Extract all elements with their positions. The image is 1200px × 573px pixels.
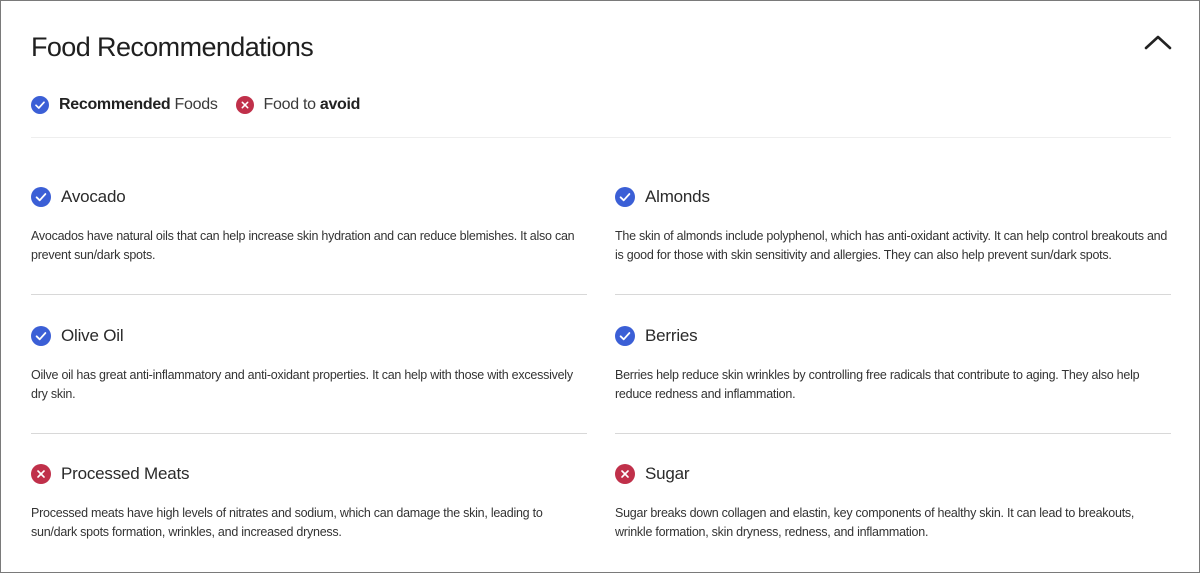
check-circle-icon (31, 96, 49, 114)
food-name: Avocado (61, 187, 126, 206)
food-card-olive-oil: Olive Oil Oilve oil has great anti-infla… (31, 324, 587, 404)
food-name: Almonds (645, 187, 710, 206)
x-circle-icon (615, 464, 635, 484)
food-description: The skin of almonds include polyphenol, … (615, 229, 1168, 262)
food-description: Avocados have natural oils that can help… (31, 229, 575, 262)
food-name: Berries (645, 326, 698, 345)
legend-recommended-bold: Recommended (59, 96, 171, 113)
legend-recommended-rest: Foods (170, 96, 218, 113)
legend-recommended[interactable]: Recommended Foods (31, 96, 218, 114)
divider (615, 433, 1171, 434)
legend-avoid[interactable]: Food to avoid (235, 96, 361, 114)
food-card-avocado: Avocado Avocados have natural oils that … (31, 185, 587, 265)
page-title: Food Recommendations (31, 32, 314, 62)
legend: Recommended Foods Food to avoid (31, 94, 360, 116)
divider (31, 294, 587, 295)
x-circle-icon (31, 464, 51, 484)
food-card-processed-meats: Processed Meats Processed meats have hig… (31, 462, 587, 542)
check-circle-icon (615, 187, 635, 207)
check-circle-icon (31, 187, 51, 207)
x-circle-icon (235, 96, 254, 114)
chevron-up-icon (1144, 35, 1172, 50)
food-description: Sugar breaks down collagen and elastin, … (615, 506, 1135, 539)
legend-avoid-bold: avoid (319, 96, 361, 113)
legend-avoid-rest: Food to (263, 96, 320, 113)
food-description: Processed meats have high levels of nitr… (31, 506, 543, 539)
check-circle-icon (615, 326, 635, 346)
food-name: Olive Oil (61, 326, 124, 345)
food-description: Berries help reduce skin wrinkles by con… (615, 368, 1140, 401)
food-card-sugar: Sugar Sugar breaks down collagen and ela… (615, 462, 1171, 542)
food-name: Sugar (645, 464, 690, 483)
food-recommendations-panel: Food Recommendations Recommended Foods F… (0, 0, 1200, 573)
divider (31, 137, 1171, 138)
food-name: Processed Meats (61, 464, 190, 483)
check-circle-icon (31, 326, 51, 346)
food-card-berries: Berries Berries help reduce skin wrinkle… (615, 324, 1171, 404)
food-description: Oilve oil has great anti-inflammatory an… (31, 368, 573, 401)
food-card-almonds: Almonds The skin of almonds include poly… (615, 185, 1171, 265)
collapse-button[interactable] (1141, 29, 1175, 57)
divider (615, 294, 1171, 295)
divider (31, 433, 587, 434)
